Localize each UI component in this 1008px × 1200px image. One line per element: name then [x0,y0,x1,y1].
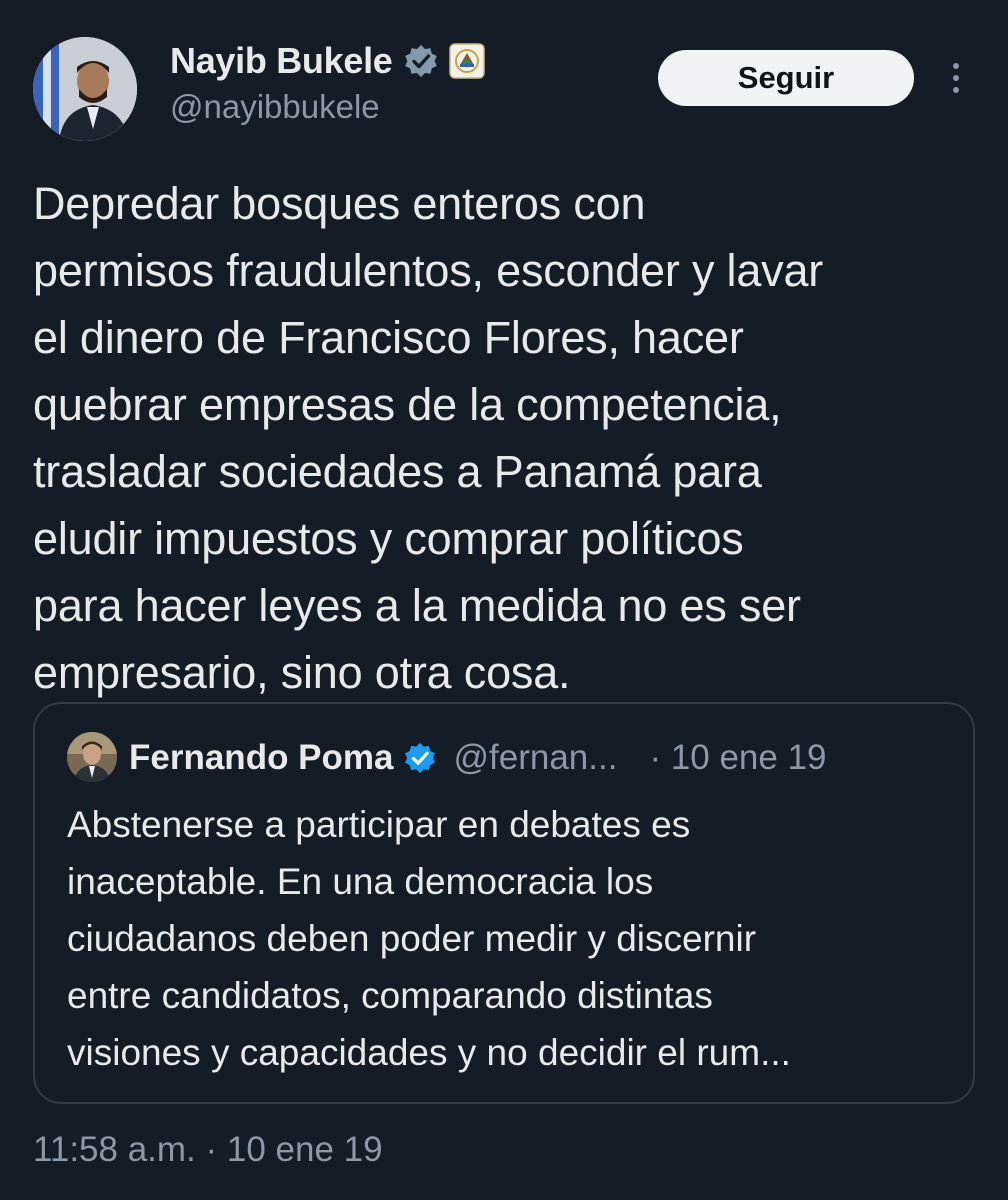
quoted-tweet-header: Fernando Poma @fernan... · 10 ene 19 [129,734,827,782]
quoted-verified-badge-icon[interactable] [403,741,437,775]
tweet-timestamp[interactable]: 11:58 a.m. · 10 ene 19 [33,1130,383,1170]
quoted-author-avatar-image [67,732,117,782]
verified-badge-icon[interactable] [403,43,439,79]
quoted-tweet-date[interactable]: · 10 ene 19 [649,738,826,778]
author-avatar-image [33,37,137,141]
more-options-icon[interactable] [944,56,968,100]
tweet: Nayib Bukele @nayibbukele Seguir Depreda… [0,0,1008,1200]
tweet-text: Depredar bosques enteros con permisos fr… [33,178,824,698]
quoted-author-handle[interactable]: @fernan... [453,738,617,778]
author-handle[interactable]: @nayibbukele [170,88,380,126]
quoted-author-name[interactable]: Fernando Poma [129,738,393,778]
el-salvador-coat-of-arms-icon[interactable] [448,43,485,79]
quoted-tweet-card[interactable]: Fernando Poma @fernan... · 10 ene 19 Abs… [33,702,975,1104]
quoted-author-avatar[interactable] [67,732,117,782]
author-avatar[interactable] [33,37,137,141]
quoted-tweet-text: Abstenerse a participar en debates es in… [67,804,791,1073]
author-display-name[interactable]: Nayib Bukele [170,40,393,82]
follow-button[interactable]: Seguir [658,50,914,106]
author-name-row: Nayib Bukele [170,36,485,86]
